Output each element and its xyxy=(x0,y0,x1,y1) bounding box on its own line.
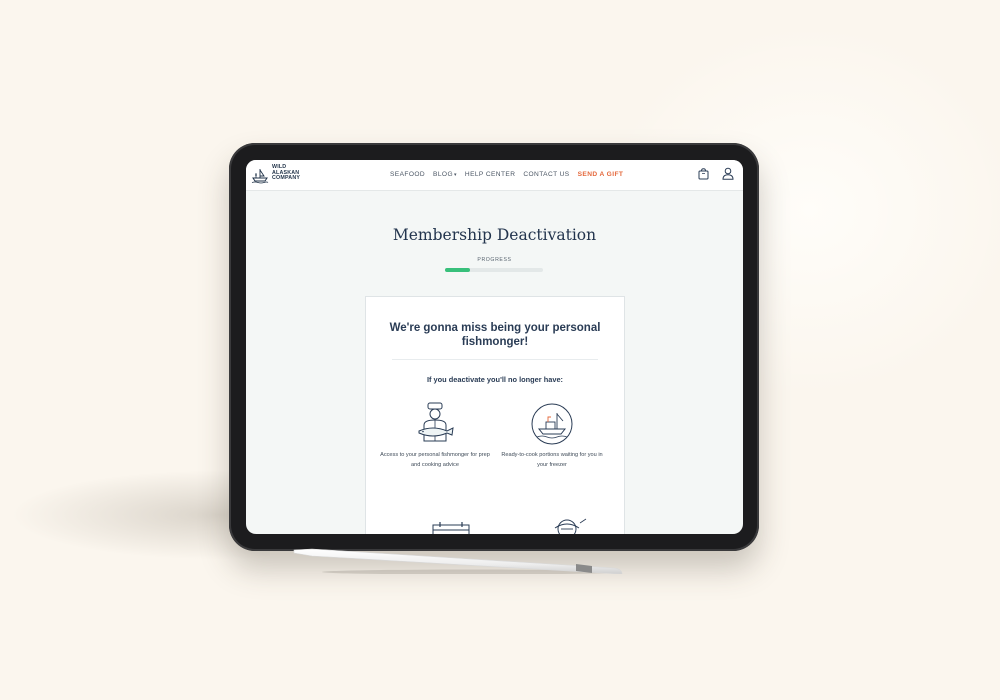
benefit-text: Ready-to-cook portions waiting for you i… xyxy=(501,452,603,468)
logo-boat-icon[interactable] xyxy=(251,166,269,184)
card-heading: We're gonna miss being your personal fis… xyxy=(389,322,601,348)
chevron-down-icon: ▾ xyxy=(453,172,457,178)
stylus-pencil xyxy=(293,548,623,574)
logo-line: COMPANY xyxy=(272,175,301,182)
calendar-icon xyxy=(432,522,470,534)
fishing-boat-icon xyxy=(531,403,573,445)
progress-label: PROGRESS xyxy=(477,257,512,263)
benefit-text: Access to your personal fishmonger for p… xyxy=(380,452,490,468)
progress-bar xyxy=(445,268,543,272)
logo-wordmark[interactable]: WILD ALASKAN COMPANY xyxy=(272,164,322,182)
user-account-icon[interactable] xyxy=(722,167,734,180)
deactivation-card: We're gonna miss being your personal fis… xyxy=(365,296,625,534)
nav-link-contact-us[interactable]: CONTACT US xyxy=(523,171,569,178)
top-navigation: WILD ALASKAN COMPANY SEAFOOD BLOG▾ HELP … xyxy=(246,160,743,191)
fishmonger-icon xyxy=(418,402,454,442)
divider xyxy=(392,359,598,360)
progress-bar-fill xyxy=(445,268,470,272)
nav-links: SEAFOOD BLOG▾ HELP CENTER CONTACT US SEN… xyxy=(390,171,623,178)
benefit-item: Access to your personal fishmonger for p… xyxy=(380,401,490,470)
fisherman-icon xyxy=(554,518,587,534)
benefit-item xyxy=(396,519,506,534)
nav-link-blog-label: BLOG xyxy=(433,171,453,178)
benefit-item xyxy=(512,517,622,534)
nav-link-seafood[interactable]: SEAFOOD xyxy=(390,171,425,178)
nav-link-blog[interactable]: BLOG▾ xyxy=(433,171,457,178)
card-subheading: If you deactivate you'll no longer have: xyxy=(426,375,564,384)
nav-link-help-center[interactable]: HELP CENTER xyxy=(465,171,515,178)
tablet-screen: WILD ALASKAN COMPANY SEAFOOD BLOG▾ HELP … xyxy=(246,160,743,534)
page-title: Membership Deactivation xyxy=(392,226,597,244)
benefit-item: Ready-to-cook portions waiting for you i… xyxy=(497,401,607,470)
cart-icon[interactable] xyxy=(698,168,709,180)
nav-link-send-a-gift[interactable]: SEND A GIFT xyxy=(578,171,624,178)
